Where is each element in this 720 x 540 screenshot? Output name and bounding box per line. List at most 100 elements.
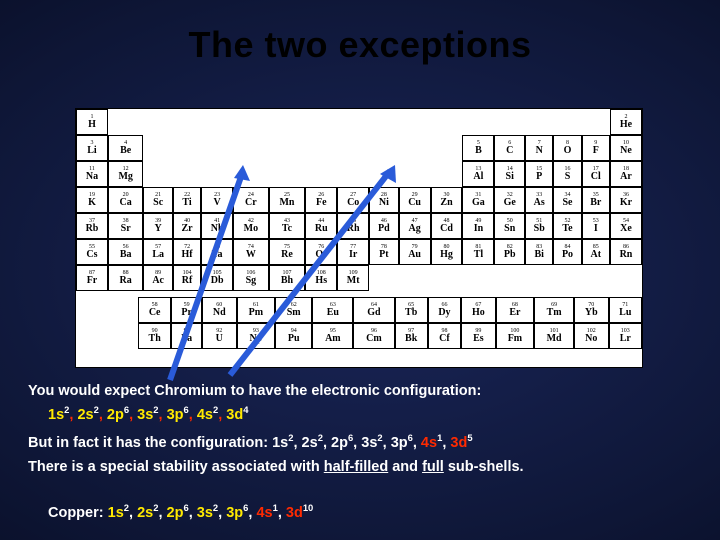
element-Bi: 83Bi	[525, 239, 553, 265]
element-Au: 79Au	[399, 239, 431, 265]
element-Sn: 50Sn	[494, 213, 525, 239]
element-La: 57La	[143, 239, 173, 265]
element-Lr: 103Lr	[609, 323, 642, 349]
element-As: 33As	[525, 187, 553, 213]
element-Po: 84Po	[553, 239, 581, 265]
element-Md: 101Md	[534, 323, 574, 349]
element-P: 15P	[525, 161, 553, 187]
periodic-table: 1H 2He 3Li4Be 5B6C7N8O9F10Ne 11Na12Mg 13Al14S…	[75, 108, 643, 368]
element-Zn: 30Zn	[431, 187, 463, 213]
element-O: 8O	[553, 135, 581, 161]
element-Ho: 67Ho	[461, 297, 496, 323]
element-Al: 13Al	[462, 161, 494, 187]
element-B: 5B	[462, 135, 494, 161]
element-Dy: 66Dy	[428, 297, 461, 323]
element-Rf: 104Rf	[173, 265, 201, 291]
element-Y: 39Y	[143, 213, 173, 239]
element-Cl: 17Cl	[582, 161, 610, 187]
element-Cs: 55Cs	[76, 239, 108, 265]
element-Br: 35Br	[582, 187, 610, 213]
element-In: 49In	[462, 213, 494, 239]
element-Ce: 58Ce	[138, 297, 171, 323]
element-Ra: 88Ra	[108, 265, 144, 291]
element-Hs: 108Hs	[305, 265, 337, 291]
element-C: 6C	[494, 135, 525, 161]
element-No: 102No	[574, 323, 609, 349]
stability-line: There is a special stability associated …	[28, 458, 688, 476]
element-Tl: 81Tl	[462, 239, 494, 265]
element-Ba: 56Ba	[108, 239, 144, 265]
element-Eu: 63Eu	[312, 297, 353, 323]
element-Mg: 12Mg	[108, 161, 144, 187]
element-Am: 95Am	[312, 323, 353, 349]
element-Sm: 62Sm	[275, 297, 312, 323]
element-Mo: 42Mo	[233, 213, 269, 239]
element-Cu: 29Cu	[399, 187, 431, 213]
element-Ag: 47Ag	[399, 213, 431, 239]
element-Np: 93Np	[237, 323, 276, 349]
element-Rn: 86Rn	[610, 239, 642, 265]
element-W: 74W	[233, 239, 269, 265]
slide: The two exceptions 1H 2He 3Li4Be 5B6C7N8O9F…	[0, 0, 720, 540]
element-Ge: 32Ge	[494, 187, 525, 213]
element-Sr: 38Sr	[108, 213, 144, 239]
element-Co: 27Co	[337, 187, 369, 213]
element-I: 53I	[582, 213, 610, 239]
element-Cm: 96Cm	[353, 323, 394, 349]
element-Be: 4Be	[108, 135, 144, 161]
element-Pa: 91Pa	[171, 323, 202, 349]
element-U: 92U	[202, 323, 237, 349]
element-Pd: 46Pd	[369, 213, 399, 239]
element-Sb: 51Sb	[525, 213, 553, 239]
element-Si: 14Si	[494, 161, 525, 187]
element-N: 7N	[525, 135, 553, 161]
element-F: 9F	[582, 135, 610, 161]
element-Kr: 36Kr	[610, 187, 642, 213]
full-underline: full	[422, 459, 444, 475]
element-Fe: 26Fe	[305, 187, 337, 213]
element-Sc: 21Sc	[143, 187, 173, 213]
element-Nd: 60Nd	[202, 297, 237, 323]
element-Th: 90Th	[138, 323, 171, 349]
element-Es: 99Es	[461, 323, 496, 349]
element-Gd: 64Gd	[353, 297, 394, 323]
element-Rh: 45Rh	[337, 213, 369, 239]
config-expected: 1s2, 2s2, 2p6, 3s2, 3p6, 4s2, 3d4	[48, 404, 248, 424]
element-Bh: 107Bh	[269, 265, 306, 291]
element-K: 19K	[76, 187, 108, 213]
element-Hg: 80Hg	[431, 239, 463, 265]
expect-line: You would expect Chromium to have the el…	[28, 382, 481, 400]
config-copper: 1s2, 2s2, 2p6, 3s2, 3p6, 4s1, 3d10	[108, 505, 314, 521]
element-Hf: 72Hf	[173, 239, 201, 265]
element-Na: 11Na	[76, 161, 108, 187]
element-Sg: 106Sg	[233, 265, 269, 291]
element-Te: 52Te	[553, 213, 581, 239]
element-Pu: 94Pu	[275, 323, 312, 349]
element-Os: 76Os	[305, 239, 337, 265]
element-Pb: 82Pb	[494, 239, 525, 265]
element-S: 16S	[553, 161, 581, 187]
copper-line: Copper: 1s2, 2s2, 2p6, 3s2, 3p6, 4s1, 3d…	[48, 502, 313, 522]
actual-line: But in fact it has the configuration: 1s…	[28, 432, 473, 452]
element-Mn: 25Mn	[269, 187, 306, 213]
slide-title: The two exceptions	[0, 24, 720, 66]
element-H: 1H	[76, 109, 108, 135]
element-Nb: 41Nb	[201, 213, 233, 239]
element-Se: 34Se	[553, 187, 581, 213]
element-Fr: 87Fr	[76, 265, 108, 291]
element-Pr: 59Pr	[171, 297, 202, 323]
element-Pm: 61Pm	[237, 297, 276, 323]
element-Ni: 28Ni	[369, 187, 399, 213]
element-Tc: 43Tc	[269, 213, 306, 239]
element-Pt: 78Pt	[369, 239, 399, 265]
element-He: 2He	[610, 109, 642, 135]
element-Yb: 70Yb	[574, 297, 609, 323]
element-Mt: 109Mt	[337, 265, 369, 291]
element-Fm: 100Fm	[496, 323, 535, 349]
element-Ca: 20Ca	[108, 187, 144, 213]
element-Li: 3Li	[76, 135, 108, 161]
element-Ir: 77Ir	[337, 239, 369, 265]
element-Lu: 71Lu	[609, 297, 642, 323]
actual-prefix: But in fact it has the configuration:	[28, 435, 272, 451]
element-Ne: 10Ne	[610, 135, 642, 161]
